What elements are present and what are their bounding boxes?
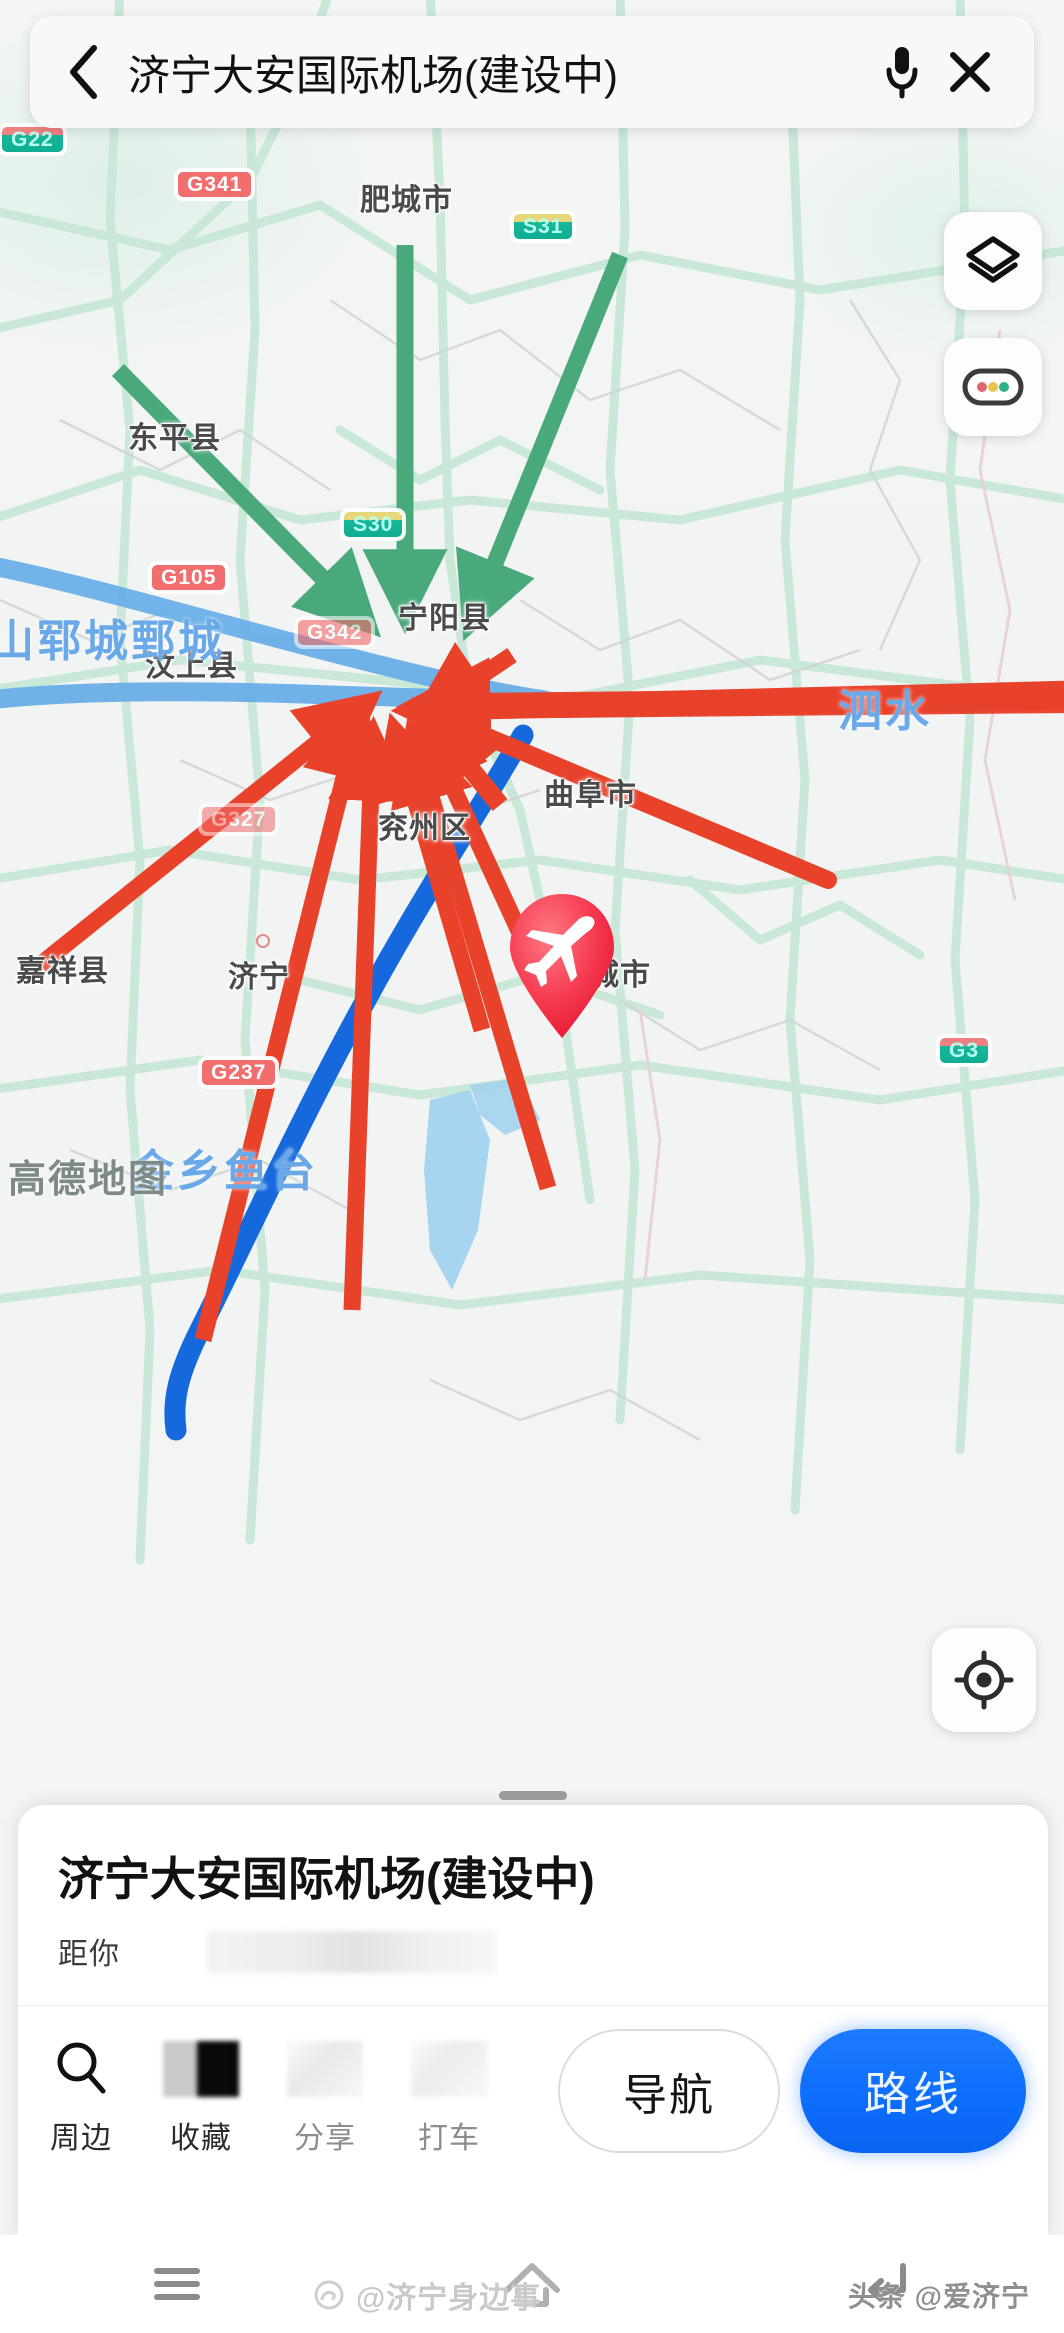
annotation-text-yuncheng: 山郓城鄄城 bbox=[0, 617, 225, 666]
traffic-pill-icon bbox=[962, 368, 1024, 406]
action-label: 周边 bbox=[50, 2122, 112, 2155]
action-taxi[interactable]: 打车 bbox=[390, 2035, 508, 2157]
poi-distance-value-blurred bbox=[206, 1931, 496, 1973]
action-label: 分享 bbox=[294, 2122, 356, 2155]
menu-recents-icon bbox=[154, 2268, 201, 2300]
poi-title: 济宁大安国际机场(建设中) bbox=[58, 1853, 595, 1905]
map-traffic-button[interactable] bbox=[944, 338, 1042, 436]
map-label-jining: 济宁 bbox=[228, 961, 290, 994]
voice-search-button[interactable] bbox=[868, 44, 936, 100]
star-icon bbox=[163, 2035, 239, 2097]
route-button[interactable]: 路线 bbox=[800, 2029, 1026, 2153]
action-nearby[interactable]: 周边 bbox=[22, 2035, 140, 2157]
close-icon bbox=[950, 52, 990, 92]
action-favorite[interactable]: 收藏 bbox=[142, 2035, 260, 2157]
sheet-divider bbox=[18, 2005, 1048, 2006]
locate-crosshair-icon bbox=[954, 1650, 1014, 1710]
toutiao-watermark: 头条 @爱济宁 bbox=[848, 2275, 1030, 2315]
map-label-ningyang: 宁阳县 bbox=[398, 602, 491, 635]
road-shield: G342 bbox=[296, 618, 374, 647]
map-locate-button[interactable] bbox=[932, 1628, 1036, 1732]
poi-distance-label: 距你 bbox=[58, 1938, 120, 1971]
map-label-jiaxiang: 嘉祥县 bbox=[16, 955, 109, 988]
action-share[interactable]: 分享 bbox=[266, 2035, 384, 2157]
map-layers-button[interactable] bbox=[944, 212, 1042, 310]
share-icon bbox=[287, 2035, 363, 2097]
recents-button[interactable] bbox=[117, 2254, 237, 2314]
weibo-watermark-text: @济宁身边事 bbox=[356, 2282, 542, 2315]
search-icon bbox=[53, 2035, 109, 2097]
road-shield: G237 bbox=[200, 1058, 278, 1087]
poi-bottom-sheet[interactable]: 济宁大安国际机场(建设中) 距你 周边 收藏 分享 打车 导航 路线 bbox=[18, 1791, 1048, 2235]
back-chevron-icon bbox=[70, 45, 97, 99]
annotation-text-sishui: 泗水 bbox=[838, 687, 932, 736]
road-shield: G327 bbox=[200, 805, 278, 834]
map-canvas[interactable]: G22 G341 S31 S30 G105 G342 G327 G237 G3 … bbox=[0, 0, 1064, 1820]
road-shield: G341 bbox=[176, 170, 254, 199]
map-label-qufu: 曲阜市 bbox=[544, 779, 637, 812]
map-label-yanzhou: 兖州区 bbox=[378, 812, 471, 845]
map-label-feicheng: 肥城市 bbox=[360, 184, 453, 217]
search-input[interactable]: 济宁大安国际机场(建设中) bbox=[128, 42, 868, 103]
app-screen: G22 G341 S31 S30 G105 G342 G327 G237 G3 … bbox=[0, 0, 1064, 2333]
poi-action-bar: 周边 收藏 分享 打车 导航 路线 bbox=[18, 2013, 1048, 2203]
navigate-button[interactable]: 导航 bbox=[558, 2029, 780, 2153]
clear-search-button[interactable] bbox=[936, 49, 1004, 95]
weibo-watermark: @济宁身边事 bbox=[312, 2273, 541, 2317]
airport-map-pin[interactable] bbox=[498, 888, 626, 1040]
action-label: 打车 bbox=[418, 2122, 480, 2155]
layers-icon bbox=[966, 236, 1020, 283]
microphone-icon bbox=[886, 47, 918, 99]
taxi-icon bbox=[411, 2035, 487, 2097]
amap-attribution: 高德地图 bbox=[8, 1159, 169, 1201]
sheet-drag-handle[interactable] bbox=[499, 1791, 567, 1800]
road-shield: S30 bbox=[342, 510, 405, 539]
road-shield: G22 bbox=[0, 125, 65, 154]
action-label: 收藏 bbox=[170, 2122, 232, 2155]
road-shield: S31 bbox=[512, 212, 575, 241]
toutiao-watermark-text: 头条 @爱济宁 bbox=[847, 2281, 1030, 2312]
weibo-logo-icon bbox=[314, 2280, 344, 2310]
back-button[interactable] bbox=[60, 44, 106, 100]
search-bar[interactable]: 济宁大安国际机场(建设中) bbox=[30, 16, 1034, 128]
map-label-dongping: 东平县 bbox=[128, 422, 221, 455]
poi-dot-icon bbox=[256, 934, 270, 948]
road-shield: G3 bbox=[938, 1036, 991, 1065]
road-shield: G105 bbox=[150, 563, 228, 592]
